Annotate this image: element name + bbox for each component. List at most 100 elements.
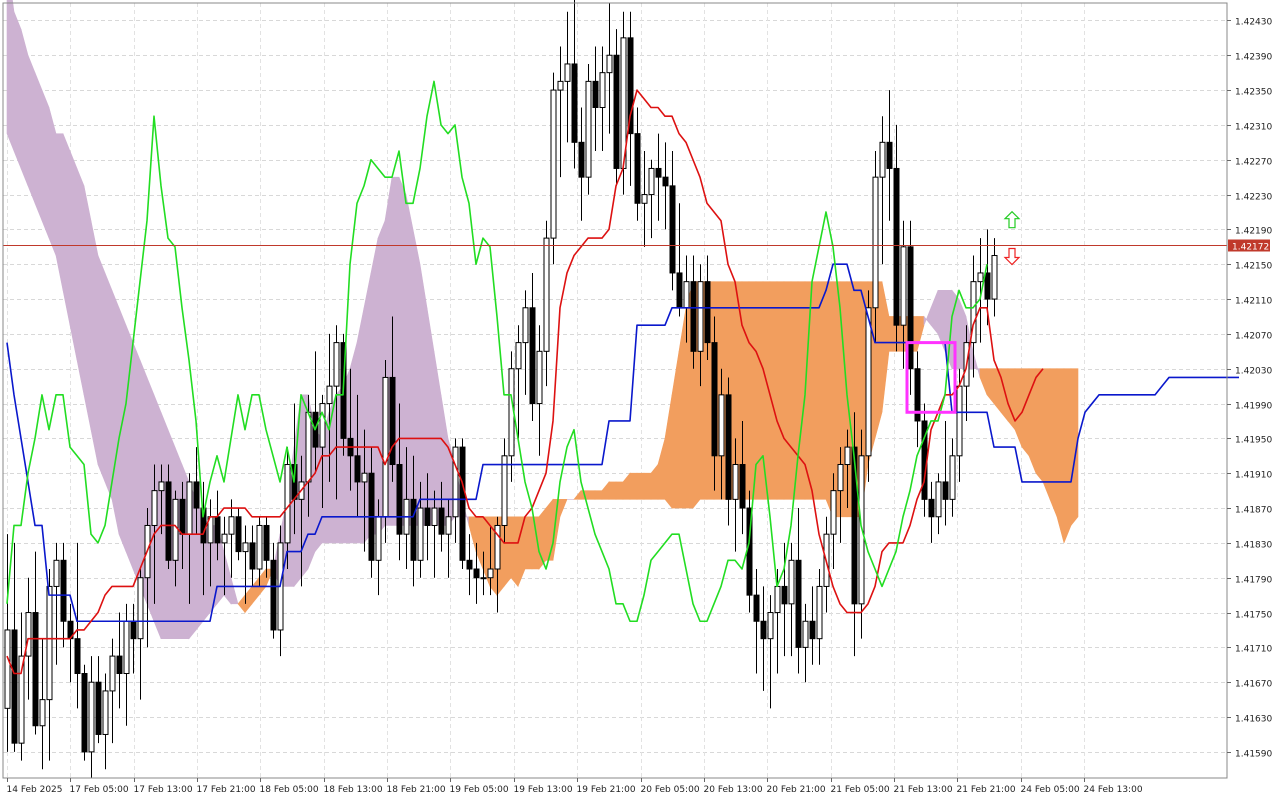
candle-body-bearish (466, 559, 473, 570)
y-tick-label: 1.42190 (1235, 227, 1272, 237)
candle-body-bearish (459, 446, 466, 561)
x-tick-label: 18 Feb 05:00 (260, 785, 319, 795)
kumo-segment-bearish (405, 194, 414, 526)
kumo-segment-bullish (629, 472, 638, 500)
candle-body-bullish (683, 281, 690, 309)
candle (585, 63, 592, 195)
candle-body-bullish (830, 490, 837, 535)
x-tick-label: 21 Feb 21:00 (957, 785, 1016, 795)
candle-body-bearish (753, 594, 760, 622)
candle-body-bullish (501, 455, 508, 526)
candle-body-bearish (193, 481, 200, 509)
kumo-segment-bullish (1049, 368, 1058, 517)
candle-body-bearish (116, 655, 123, 675)
candle-body-bearish (634, 133, 641, 204)
x-tick-label: 19 Feb 05:00 (450, 785, 509, 795)
candle-body-bearish (438, 507, 445, 535)
x-tick-label: 17 Feb 13:00 (134, 785, 193, 795)
candle-body-bullish (774, 585, 781, 614)
candle-body-bearish (942, 481, 949, 500)
candle-body-bearish (725, 394, 732, 500)
candle-body-bullish (767, 612, 774, 640)
kumo-segment-bullish (1007, 368, 1016, 431)
candle-body-bearish (886, 141, 893, 169)
x-tick-label: 20 Feb 21:00 (767, 785, 826, 795)
y-tick-label: 1.42030 (1235, 367, 1272, 377)
candle-body-bullish (648, 167, 655, 196)
candle-body-bullish (550, 89, 557, 239)
x-tick-label: 17 Feb 21:00 (197, 785, 256, 795)
candle-body-bullish (382, 376, 389, 518)
candle-body-bullish (221, 533, 228, 544)
candle-body-bullish (718, 394, 725, 457)
kumo-segment-bearish (27, 55, 36, 204)
kumo-segment-bearish (13, 11, 22, 169)
candle-body-bullish (564, 63, 571, 82)
candle-body-bullish (991, 255, 998, 300)
candle-body-bullish (109, 655, 116, 692)
kumo-segment-bearish (34, 72, 43, 221)
candle-body-bearish (795, 559, 802, 648)
candle-body-bearish (809, 620, 816, 640)
candle-body-bearish (165, 481, 172, 561)
candle-body-bullish (102, 690, 109, 735)
candle-body-bullish (935, 481, 942, 518)
y-tick-label: 1.42110 (1235, 297, 1272, 307)
candle-body-bullish (445, 516, 452, 535)
kumo-segment-bearish (328, 394, 337, 544)
candle-body-bullish (333, 342, 340, 387)
kumo-segment-bearish (62, 133, 71, 326)
candle-body-bearish (81, 673, 88, 753)
y-tick-label: 1.42150 (1235, 262, 1272, 272)
candle-body-bullish (4, 629, 11, 709)
candle-body-bullish (25, 612, 32, 657)
y-tick-label: 1.41830 (1235, 541, 1272, 551)
y-tick-label: 1.41670 (1235, 680, 1272, 690)
kumo-segment-bearish (20, 29, 29, 186)
candle (550, 72, 557, 265)
kumo-segment-bearish (111, 290, 120, 535)
y-tick-label: 1.42070 (1235, 332, 1272, 342)
candle-body-bearish (662, 176, 669, 187)
kumo-segment-bearish (41, 89, 50, 239)
candle-body-bearish (74, 638, 81, 675)
candle-body-bullish (361, 472, 368, 483)
y-tick-label: 1.41590 (1235, 750, 1272, 760)
candle-body-bullish (949, 455, 956, 500)
x-tick-label: 19 Feb 21:00 (577, 785, 636, 795)
candle-body-bearish (270, 559, 277, 631)
candle-body-bullish (522, 307, 529, 344)
candle-body-bearish (354, 455, 361, 483)
kumo-segment-bullish (608, 481, 617, 500)
candle-body-bearish (907, 246, 914, 370)
candle-body-bullish (158, 481, 165, 492)
candle-body-bullish (46, 585, 53, 701)
candle-body-bullish (879, 141, 886, 178)
kumo-segment-bullish (587, 490, 596, 500)
candle-body-bearish (711, 342, 718, 457)
kumo-segment-bearish (356, 307, 365, 544)
x-tick-label: 19 Feb 13:00 (514, 785, 573, 795)
candle-body-bullish (53, 559, 60, 587)
y-tick-label: 1.41990 (1235, 402, 1272, 412)
kumo-segment-bearish (83, 185, 92, 430)
candle-body-bullish (865, 307, 872, 457)
y-tick-label: 1.41630 (1235, 715, 1272, 725)
kumo-segment-bullish (545, 498, 554, 561)
candle-body-bullish (732, 464, 739, 500)
candle-body-bearish (235, 516, 242, 553)
kumo-segment-bearish (48, 107, 57, 256)
y-tick-label: 1.42390 (1235, 53, 1272, 63)
candle-body-bullish (123, 620, 130, 675)
candle-body-bearish (781, 585, 788, 605)
candle-body-bearish (571, 63, 578, 143)
candle-body-bearish (984, 272, 991, 300)
kumo-segment-bullish (811, 281, 820, 500)
x-tick-label: 18 Feb 21:00 (387, 785, 446, 795)
y-tick-label: 1.41950 (1235, 436, 1272, 446)
candle-body-bearish (249, 542, 256, 570)
candle-body-bullish (543, 237, 550, 352)
kumo-segment-bullish (1042, 368, 1051, 500)
kumo-segment-bullish (643, 472, 652, 500)
kumo-segment-bullish (776, 281, 785, 500)
